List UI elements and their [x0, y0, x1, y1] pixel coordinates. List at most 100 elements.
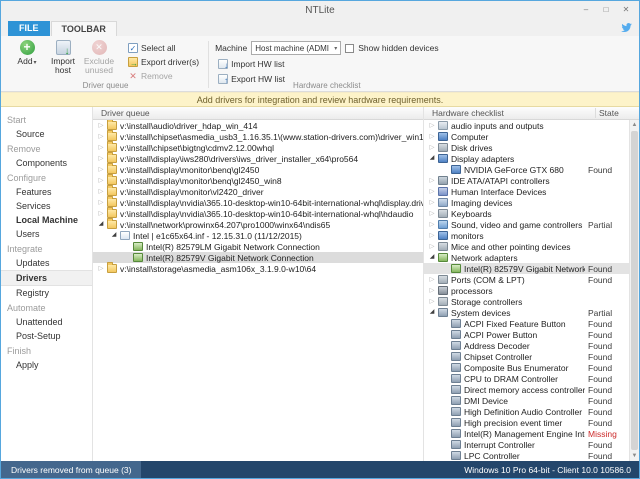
tree-row[interactable]: ▷Human Interface Devices — [424, 186, 629, 197]
sidebar-item-registry[interactable]: Registry — [1, 286, 92, 300]
export-drivers-button[interactable]: Export driver(s) — [125, 55, 202, 68]
sidebar-item-unattended[interactable]: Unattended — [1, 315, 92, 329]
tree-row[interactable]: Direct memory access controllerFound — [424, 384, 629, 395]
tree-row[interactable]: ◢Display adapters — [424, 153, 629, 164]
tree-row[interactable]: High precision event timerFound — [424, 417, 629, 428]
tree-row[interactable]: Address DecoderFound — [424, 340, 629, 351]
tree-row[interactable]: ▷v:\install\chipset\asmedia_usb3_1.16.35… — [93, 131, 423, 142]
collapse-icon[interactable]: ◢ — [109, 230, 119, 241]
expand-icon[interactable]: ▷ — [427, 142, 437, 153]
tree-row[interactable]: Chipset ControllerFound — [424, 351, 629, 362]
sidebar-item-features[interactable]: Features — [1, 185, 92, 199]
expand-icon[interactable]: ▷ — [96, 164, 106, 175]
collapse-icon[interactable]: ◢ — [427, 307, 437, 318]
collapse-icon[interactable]: ◢ — [96, 219, 106, 230]
tab-file[interactable]: FILE — [8, 21, 50, 36]
expand-icon[interactable]: ▷ — [427, 230, 437, 241]
sidebar-item-source[interactable]: Source — [1, 127, 92, 141]
expand-icon[interactable]: ▷ — [427, 296, 437, 307]
tree-row[interactable]: LPC ControllerFound — [424, 450, 629, 461]
import-host-button[interactable]: Import host — [45, 39, 81, 75]
scroll-up-icon[interactable]: ▲ — [630, 120, 639, 130]
tree-row[interactable]: ▷Ports (COM & LPT)Found — [424, 274, 629, 285]
state-column-header[interactable]: State — [595, 108, 639, 118]
tree-row[interactable]: ▷v:\install\display\nvidia\365.10-deskto… — [93, 208, 423, 219]
expand-icon[interactable]: ▷ — [427, 175, 437, 186]
tree-row[interactable]: ▷v:\install\display\iws280\drivers\iws_d… — [93, 153, 423, 164]
tree-row[interactable]: ◢Network adapters — [424, 252, 629, 263]
expand-icon[interactable]: ▷ — [427, 285, 437, 296]
sidebar-item-updates[interactable]: Updates — [1, 256, 92, 270]
tree-row[interactable]: Intel(R) 82579LM Gigabit Network Connect… — [93, 241, 423, 252]
tree-row[interactable]: DMI DeviceFound — [424, 395, 629, 406]
expand-icon[interactable]: ▷ — [96, 131, 106, 142]
sidebar-item-post-setup[interactable]: Post-Setup — [1, 329, 92, 343]
machine-select[interactable]: Host machine (ADMI ▾ — [251, 41, 341, 55]
show-hidden-checkbox[interactable] — [345, 44, 354, 53]
tree-row[interactable]: Interrupt ControllerFound — [424, 439, 629, 450]
tab-toolbar[interactable]: TOOLBAR — [51, 21, 117, 36]
tree-row[interactable]: Intel(R) 82579V Gigabit Network Connecti… — [93, 252, 423, 263]
exclude-unused-button[interactable]: Exclude unused — [81, 39, 117, 75]
expand-icon[interactable]: ▷ — [96, 208, 106, 219]
tree-row[interactable]: ▷audio inputs and outputs — [424, 120, 629, 131]
tree-row[interactable]: ▷v:\install\storage\asmedia_asm106x_3.1.… — [93, 263, 423, 274]
tree-row[interactable]: NVIDIA GeForce GTX 680Found — [424, 164, 629, 175]
tree-row[interactable]: ▷Mice and other pointing devices — [424, 241, 629, 252]
sidebar-item-local-machine[interactable]: Local Machine — [1, 213, 92, 227]
tree-row[interactable]: ▷v:\install\audio\driver_hdap_win_414 — [93, 120, 423, 131]
tree-row[interactable]: ▷Imaging devices — [424, 197, 629, 208]
tree-row[interactable]: ▷Disk drives — [424, 142, 629, 153]
tree-row[interactable]: Intel(R) 82579V Gigabit Network Connecti… — [424, 263, 629, 274]
expand-icon[interactable]: ▷ — [427, 131, 437, 142]
twitter-icon[interactable] — [620, 21, 633, 34]
expand-icon[interactable]: ▷ — [96, 197, 106, 208]
sidebar-item-users[interactable]: Users — [1, 227, 92, 241]
expand-icon[interactable]: ▷ — [96, 186, 106, 197]
collapse-icon[interactable]: ◢ — [427, 153, 437, 164]
tree-row[interactable]: ACPI Fixed Feature ButtonFound — [424, 318, 629, 329]
tree-row[interactable]: ▷Keyboards — [424, 208, 629, 219]
expand-icon[interactable]: ▷ — [427, 208, 437, 219]
expand-icon[interactable]: ▷ — [96, 142, 106, 153]
expand-icon[interactable]: ▷ — [427, 219, 437, 230]
tree-row[interactable]: ▷Computer — [424, 131, 629, 142]
minimize-button[interactable]: – — [577, 3, 595, 17]
sidebar-item-drivers[interactable]: Drivers — [1, 270, 92, 286]
collapse-icon[interactable]: ◢ — [427, 252, 437, 263]
expand-icon[interactable]: ▷ — [96, 153, 106, 164]
tree-row[interactable]: ▷IDE ATA/ATAPI controllers — [424, 175, 629, 186]
sidebar-item-apply[interactable]: Apply — [1, 358, 92, 372]
tree-row[interactable]: CPU to DRAM ControllerFound — [424, 373, 629, 384]
tree-row[interactable]: Intel(R) Management Engine InterfaceMiss… — [424, 428, 629, 439]
tree-row[interactable]: ◢Intel | e1c65x64.inf - 12.15.31.0 (11/1… — [93, 230, 423, 241]
expand-icon[interactable]: ▷ — [96, 175, 106, 186]
tree-row[interactable]: ▷processors — [424, 285, 629, 296]
tree-row[interactable]: ▷v:\install\display\nvidia\365.10-deskto… — [93, 197, 423, 208]
expand-icon[interactable]: ▷ — [427, 120, 437, 131]
expand-icon[interactable]: ▷ — [427, 197, 437, 208]
expand-icon[interactable]: ▷ — [96, 263, 106, 274]
expand-icon[interactable]: ▷ — [96, 120, 106, 131]
sidebar-item-components[interactable]: Components — [1, 156, 92, 170]
tree-row[interactable]: ▷Sound, video and game controllersPartia… — [424, 219, 629, 230]
tree-row[interactable]: Composite Bus EnumeratorFound — [424, 362, 629, 373]
close-button[interactable]: ✕ — [617, 3, 635, 17]
tree-row[interactable]: ACPI Power ButtonFound — [424, 329, 629, 340]
expand-icon[interactable]: ▷ — [427, 274, 437, 285]
tree-row[interactable]: ▷monitors — [424, 230, 629, 241]
add-button[interactable]: Add▾ — [9, 39, 45, 68]
tree-row[interactable]: ▷Storage controllers — [424, 296, 629, 307]
tree-row[interactable]: ▷v:\install\display\monitor\vl2420_drive… — [93, 186, 423, 197]
scrollbar-thumb[interactable] — [631, 131, 638, 450]
sidebar-item-services[interactable]: Services — [1, 199, 92, 213]
maximize-button[interactable]: □ — [597, 3, 615, 17]
tree-row[interactable]: High Definition Audio ControllerFound — [424, 406, 629, 417]
tree-row[interactable]: ◢System devicesPartial — [424, 307, 629, 318]
tree-row[interactable]: ▷v:\install\display\monitor\benq\gl2450 — [93, 164, 423, 175]
vertical-scrollbar[interactable]: ▲ ▼ — [629, 120, 639, 461]
expand-icon[interactable]: ▷ — [427, 241, 437, 252]
tree-row[interactable]: ◢v:\install\network\prowinx64.207\pro100… — [93, 219, 423, 230]
expand-icon[interactable]: ▷ — [427, 186, 437, 197]
select-all-button[interactable]: Select all — [125, 41, 202, 54]
